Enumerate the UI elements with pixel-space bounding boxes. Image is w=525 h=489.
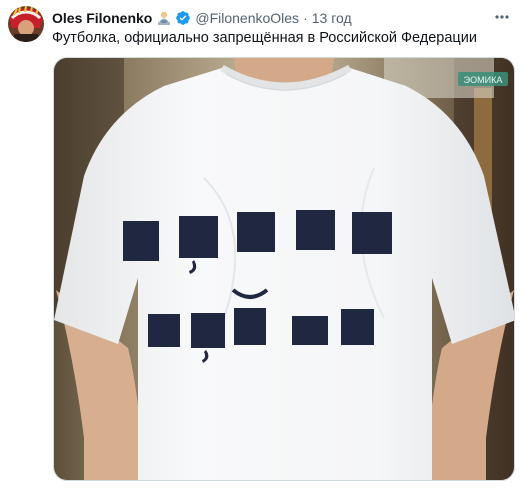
avatar[interactable] [8,6,44,42]
print-block [179,216,218,258]
author-name[interactable]: Oles Filonenko [52,9,152,27]
print-block [296,210,335,250]
more-options-button[interactable] [491,8,513,26]
print-block [148,314,180,347]
author-handle[interactable]: @FilonenkoOles [195,9,299,27]
print-block [292,316,328,345]
tshirt-photo: ЭОМИКА [54,58,514,480]
print-block [191,313,225,348]
print-block [352,212,392,254]
tweet-header: Oles Filonenko @FilonenkoOles · 13 год [52,9,515,27]
more-options-icon [495,15,509,19]
print-block [341,309,374,345]
verified-badge-icon [175,10,191,26]
separator-dot: · [303,10,308,26]
tweet-photo[interactable]: ЭОМИКА [53,57,515,481]
tweet-text: Футболка, официально запрещённая в Росси… [52,30,477,46]
print-block [123,221,159,261]
print-block [234,308,266,345]
timestamp[interactable]: 13 год [312,9,352,27]
print-block [237,212,275,252]
watermark-text: ЭОМИКА [464,75,503,85]
person-at-desk-emoji-icon [156,10,172,26]
